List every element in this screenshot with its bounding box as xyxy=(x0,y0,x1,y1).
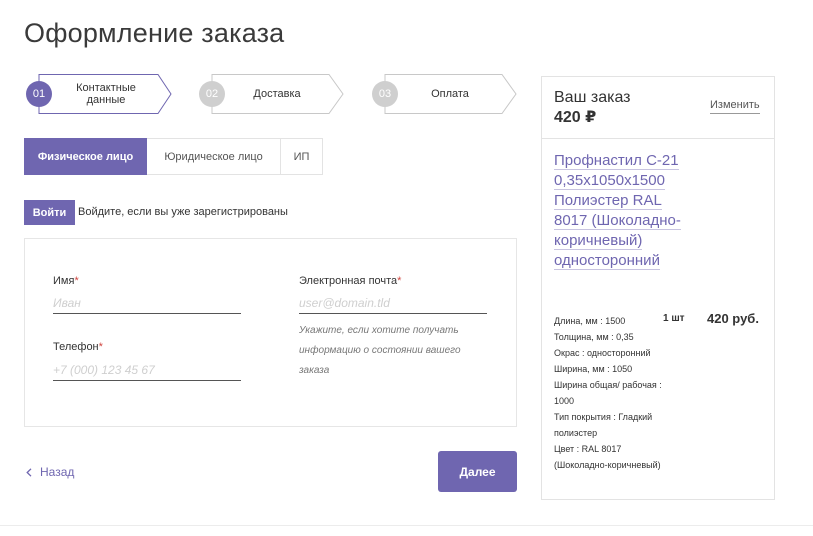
product-property: Ширина общая/ рабочая : 1000 xyxy=(554,380,662,406)
email-input[interactable] xyxy=(299,292,487,314)
product-quantity: 1 шт xyxy=(663,313,685,324)
back-link[interactable]: Назад xyxy=(26,465,74,479)
step-number: 03 xyxy=(372,81,398,107)
name-label-text: Имя xyxy=(53,275,75,287)
email-hint: Укажите, если хотите получать информацию… xyxy=(299,325,461,376)
product-property: Толщина, мм : 0,35 xyxy=(554,332,634,342)
login-button[interactable]: Войти xyxy=(24,200,75,225)
step-number: 01 xyxy=(26,81,52,107)
step-delivery[interactable]: 02 Доставка xyxy=(199,74,345,114)
product-price: 420 руб. xyxy=(707,311,759,326)
order-summary: Ваш заказ 420 ₽ Изменить Профнастил С-21… xyxy=(541,76,775,500)
required-mark: * xyxy=(74,275,79,287)
product-property: Ширина, мм : 1050 xyxy=(554,364,633,374)
order-summary-header: Ваш заказ 420 ₽ Изменить xyxy=(542,77,774,139)
phone-field-label: Телефон* xyxy=(53,341,103,353)
customer-type-tabs: Физическое лицо Юридическое лицо ИП xyxy=(24,138,323,175)
step-label: Оплата xyxy=(431,88,469,100)
footer-divider xyxy=(0,525,813,526)
back-label: Назад xyxy=(40,465,75,479)
required-mark: * xyxy=(397,275,402,287)
page-title: Оформление заказа xyxy=(24,18,285,48)
email-field-label: Электронная почта* xyxy=(299,275,401,287)
step-label: Контактные данные xyxy=(76,82,136,106)
required-mark: * xyxy=(98,341,103,353)
order-title: Ваш заказ xyxy=(554,89,631,106)
chevron-left-icon xyxy=(26,467,32,477)
step-label: Доставка xyxy=(253,88,301,100)
name-field-label: Имя* xyxy=(53,275,79,287)
step-contacts[interactable]: 01 Контактные данные xyxy=(26,74,172,114)
name-input[interactable] xyxy=(53,292,241,314)
order-total: 420 ₽ xyxy=(554,109,597,126)
tab-individual[interactable]: Физическое лицо xyxy=(24,138,147,175)
tab-legal-entity[interactable]: Юридическое лицо xyxy=(147,138,281,175)
product-properties: Длина, мм : 1500 Толщина, мм : 0,35 Окра… xyxy=(554,313,674,473)
product-property: Окрас : односторонний xyxy=(554,348,651,358)
login-hint-text: Войдите, если вы уже зарегистрированы xyxy=(78,206,288,218)
contact-form: Имя* Телефон* Электронная почта* Укажите… xyxy=(24,238,517,427)
email-label-text: Электронная почта xyxy=(299,275,398,287)
product-name-text: Профнастил С-21 0,35х1050х1500 Полиэстер… xyxy=(554,152,681,270)
tab-entrepreneur[interactable]: ИП xyxy=(281,138,323,175)
product-name-link[interactable]: Профнастил С-21 0,35х1050х1500 Полиэстер… xyxy=(554,151,684,271)
product-property: Цвет : RAL 8017 (Шоколадно-коричневый) xyxy=(554,444,661,470)
step-payment[interactable]: 03 Оплата xyxy=(372,74,518,114)
phone-label-text: Телефон xyxy=(53,341,99,353)
product-property: Длина, мм : 1500 xyxy=(554,316,626,326)
edit-order-link[interactable]: Изменить xyxy=(710,99,760,114)
step-number: 02 xyxy=(199,81,225,107)
product-property: Тип покрытия : Гладкий полиэстер xyxy=(554,412,653,438)
next-button[interactable]: Далее xyxy=(438,451,517,492)
phone-input[interactable] xyxy=(53,359,241,381)
